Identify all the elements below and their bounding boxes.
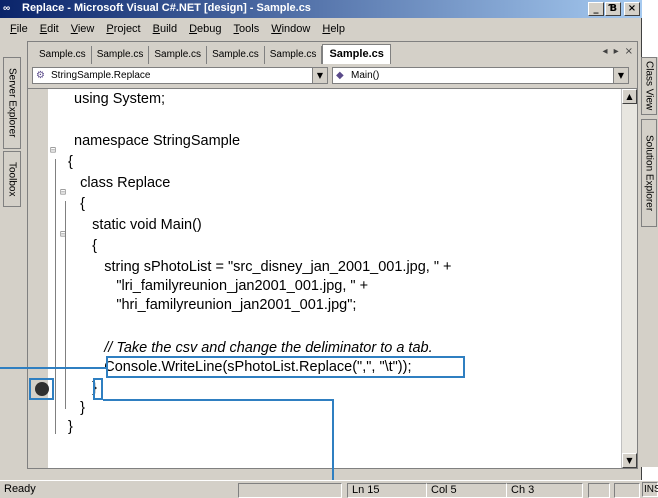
left-tool-rail: Server Explorer Toolbox <box>0 57 24 467</box>
vertical-scrollbar[interactable]: ▲ ▼ <box>621 89 637 468</box>
tab-sample-cs-5[interactable]: Sample.cs <box>265 46 323 64</box>
status-ins: INS <box>642 482 658 497</box>
code-line[interactable]: } <box>68 419 73 439</box>
status-bar: Ready Ln 15 Col 5 Ch 3 <box>0 480 658 498</box>
code-line[interactable]: { <box>68 238 97 258</box>
scroll-down-icon[interactable]: ▼ <box>622 453 637 468</box>
collapse-icon[interactable]: ⊟ <box>60 187 66 198</box>
minimize-button[interactable]: _ <box>588 2 604 16</box>
callout-cursor <box>93 378 103 400</box>
vs-app-icon[interactable]: ∞ <box>3 2 17 16</box>
code-line[interactable]: } <box>68 400 85 420</box>
close-document-icon[interactable]: × <box>625 46 633 57</box>
tab-sample-cs-4[interactable]: Sample.cs <box>207 46 265 64</box>
type-combo-value: StringSample.Replace <box>51 70 151 81</box>
class-view-tab[interactable]: Class View <box>641 57 657 115</box>
callout-highlight-line <box>106 356 465 378</box>
code-line[interactable]: { <box>68 196 85 216</box>
status-blank-panel-3 <box>614 483 640 498</box>
chevron-down-icon[interactable]: ▼ <box>312 68 327 83</box>
tab-navigation: ◂ ▸ × <box>603 46 633 57</box>
collapse-icon[interactable]: ⊟ <box>50 145 56 156</box>
code-line[interactable]: using System; <box>74 91 165 111</box>
solution-explorer-tab[interactable]: Solution Explorer <box>641 119 657 227</box>
indicator-margin[interactable] <box>28 89 48 468</box>
tab-sample-cs-1[interactable]: Sample.cs <box>34 46 92 64</box>
status-blank-panel-2 <box>588 483 610 498</box>
menu-bar: File Edit View Project Build Debug Tools Window… <box>0 19 642 39</box>
code-line[interactable]: class Replace <box>68 175 170 195</box>
tab-sample-cs-2[interactable]: Sample.cs <box>92 46 150 64</box>
menu-debug[interactable]: Debug <box>183 23 227 35</box>
breakpoint-icon[interactable] <box>35 382 49 396</box>
menu-window[interactable]: Window <box>265 23 316 35</box>
class-icon: ⚙ <box>36 70 45 81</box>
menu-build[interactable]: Build <box>147 23 183 35</box>
title-bar[interactable]: ∞ Replace - Microsoft Visual C#.NET [des… <box>0 0 642 18</box>
menu-edit[interactable]: Edit <box>34 23 65 35</box>
document-tabs: Sample.cs Sample.cs Sample.cs Sample.cs … <box>28 42 637 64</box>
method-icon: ◆ <box>336 70 344 81</box>
window-title: Replace - Microsoft Visual C#.NET [desig… <box>22 2 311 14</box>
status-col: Col 5 <box>427 483 507 498</box>
scroll-tabs-right-icon[interactable]: ▸ <box>614 46 619 57</box>
chevron-down-icon[interactable]: ▼ <box>613 68 628 83</box>
code-line[interactable]: static void Main() <box>68 217 202 237</box>
toolbox-tab[interactable]: Toolbox <box>3 151 21 207</box>
code-line[interactable]: string sPhotoList = "src_disney_jan_2001… <box>68 259 451 279</box>
callout-leader <box>0 367 106 369</box>
code-line[interactable]: "hri_familyreunion_jan2001_001.jpg"; <box>68 297 356 317</box>
vs-window: ∞ Replace - Microsoft Visual C#.NET [des… <box>0 0 658 498</box>
status-char: Ch 3 <box>507 483 583 498</box>
tab-sample-cs-3[interactable]: Sample.cs <box>149 46 208 64</box>
scroll-tabs-left-icon[interactable]: ◂ <box>603 46 608 57</box>
type-combo[interactable]: ⚙ StringSample.Replace ▼ <box>32 67 328 84</box>
menu-file[interactable]: File <box>4 23 34 35</box>
member-combo-value: Main() <box>351 70 380 81</box>
outline-line <box>65 243 66 387</box>
code-line[interactable]: "lri_familyreunion_jan2001_001.jpg, " + <box>68 278 368 298</box>
tab-sample-cs-active[interactable]: Sample.cs <box>322 44 391 64</box>
server-explorer-tab[interactable]: Server Explorer <box>3 57 21 149</box>
member-combo[interactable]: ◆ Main() ▼ <box>332 67 629 84</box>
status-blank-panel <box>238 483 342 498</box>
code-line[interactable]: namespace StringSample <box>74 133 240 153</box>
menu-view[interactable]: View <box>65 23 101 35</box>
menu-project[interactable]: Project <box>100 23 146 35</box>
restore-button[interactable]: Ɓ <box>605 2 621 16</box>
menu-help[interactable]: Help <box>316 23 351 35</box>
status-line: Ln 15 <box>347 483 427 498</box>
callout-leader <box>103 399 334 401</box>
right-tool-rail: Class View Solution Explorer <box>640 57 658 467</box>
code-line[interactable]: { <box>68 154 73 174</box>
scroll-up-icon[interactable]: ▲ <box>622 89 637 104</box>
close-button[interactable]: × <box>624 2 640 16</box>
menu-tools[interactable]: Tools <box>228 23 266 35</box>
code-navigation-bar: ⚙ StringSample.Replace ▼ ◆ Main() ▼ <box>28 65 637 87</box>
outline-line <box>55 159 56 434</box>
status-ready: Ready <box>4 483 36 495</box>
window-controls: _ Ɓ × <box>587 2 640 16</box>
collapse-icon[interactable]: ⊟ <box>60 229 66 240</box>
